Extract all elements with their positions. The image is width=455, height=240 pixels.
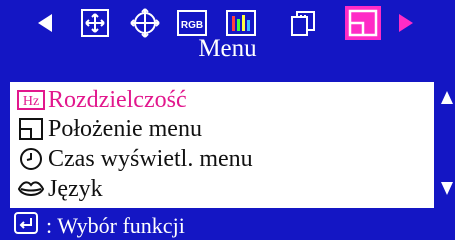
- lips-icon: [14, 175, 48, 203]
- footer-label: : Wybór funkcji: [46, 212, 185, 238]
- scroll-up-arrow-icon[interactable]: [441, 91, 453, 104]
- menu-item-resolution[interactable]: Hz Rozdzielczość: [10, 86, 434, 114]
- menu-item-label: Czas wyświetl. menu: [48, 146, 253, 172]
- menu-item-label: Położenie menu: [48, 116, 202, 142]
- menu-item-menu-display-time[interactable]: Czas wyświetl. menu: [10, 145, 434, 173]
- menu-position-icon: [14, 115, 48, 143]
- osd-window: RGB Menu Hz Rozdzielczość Położenie menu…: [0, 0, 455, 240]
- menu-item-label: Język: [48, 176, 103, 202]
- enter-icon: [14, 212, 38, 239]
- rgb-label: RGB: [181, 20, 203, 31]
- footer-hint: : Wybór funkcji: [14, 211, 185, 240]
- menu-list: Hz Rozdzielczość Położenie menu Czas wyś…: [10, 82, 434, 208]
- hz-icon: Hz: [14, 86, 48, 114]
- clock-icon: [14, 145, 48, 173]
- menu-item-label: Rozdzielczość: [48, 87, 187, 113]
- right-arrow-icon[interactable]: [399, 14, 413, 32]
- left-arrow-icon[interactable]: [38, 14, 52, 32]
- menu-item-menu-position[interactable]: Położenie menu: [10, 115, 434, 143]
- hz-text: Hz: [23, 94, 39, 109]
- scroll-down-arrow-icon[interactable]: [441, 182, 453, 195]
- menu-title: Menu: [198, 35, 257, 62]
- menu-item-language[interactable]: Język: [10, 175, 434, 203]
